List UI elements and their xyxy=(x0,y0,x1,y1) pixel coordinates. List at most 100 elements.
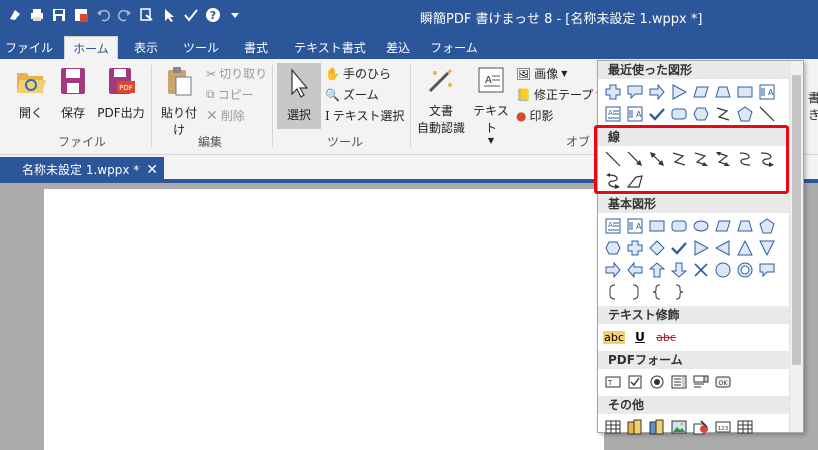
ellipse-icon[interactable] xyxy=(690,215,712,237)
combo-box-icon[interactable] xyxy=(690,371,712,393)
underline-text-icon[interactable]: U xyxy=(628,326,652,348)
undo-icon[interactable] xyxy=(94,6,112,24)
help-icon[interactable]: ? xyxy=(204,6,222,24)
stamp-icon[interactable] xyxy=(690,416,712,438)
dropdown-scrollbar[interactable] xyxy=(789,61,803,432)
arrow-right-shape-icon[interactable] xyxy=(646,81,668,103)
scan-icon[interactable] xyxy=(138,6,156,24)
save-pdf-icon[interactable] xyxy=(72,6,90,24)
check-icon[interactable] xyxy=(668,237,690,259)
triangle-right-icon[interactable] xyxy=(690,237,712,259)
table-icon[interactable] xyxy=(602,416,624,438)
brace-left-icon[interactable] xyxy=(646,281,668,303)
brace-right-icon[interactable] xyxy=(668,281,690,303)
document-tab[interactable]: 名称未設定 1.wppx * ✕ xyxy=(0,157,164,183)
cross-shape-icon[interactable] xyxy=(602,81,624,103)
highlight-text-icon[interactable]: abc xyxy=(602,326,626,348)
right-cut-button[interactable]: 書き xyxy=(806,89,818,123)
tab-form[interactable]: フォーム xyxy=(428,36,480,60)
correction-tape-button[interactable]: 📒修正テープ▼ xyxy=(516,86,602,103)
cross-icon[interactable] xyxy=(624,237,646,259)
line-shape-icon[interactable] xyxy=(756,103,778,125)
image-button[interactable]: 🖼 画像 ▼ xyxy=(516,65,567,82)
circle-icon[interactable] xyxy=(712,259,734,281)
triangle-left-icon[interactable] xyxy=(712,237,734,259)
vertical-text-box-icon[interactable]: A xyxy=(624,215,646,237)
rectangle-shape-icon[interactable] xyxy=(734,81,756,103)
trapezoid-icon[interactable] xyxy=(734,215,756,237)
vertical-text-box-icon[interactable]: A xyxy=(624,103,646,125)
parallelogram-shape-icon[interactable] xyxy=(690,81,712,103)
text-button[interactable]: A テキスト ▼ xyxy=(470,65,512,145)
close-tab-icon[interactable]: ✕ xyxy=(146,157,158,183)
number-field-icon[interactable]: 123 xyxy=(712,416,734,438)
document-page[interactable] xyxy=(44,189,604,450)
checkbox-icon[interactable] xyxy=(624,371,646,393)
callout-shape-icon[interactable] xyxy=(624,81,646,103)
text-select-button[interactable]: I テキスト選択 xyxy=(325,107,404,124)
arrow-down-icon[interactable] xyxy=(668,259,690,281)
books-icon[interactable] xyxy=(624,416,646,438)
table-2-icon[interactable] xyxy=(734,416,756,438)
doc-auto-recognize-button[interactable]: 文書 自動認識 xyxy=(414,65,468,136)
arrow-right-icon[interactable] xyxy=(602,259,624,281)
check-shape-icon[interactable] xyxy=(646,103,668,125)
x-mark-icon[interactable] xyxy=(690,259,712,281)
tab-format[interactable]: 書式 xyxy=(234,36,278,60)
pentagon-icon[interactable] xyxy=(756,215,778,237)
triangle-right-shape-icon[interactable] xyxy=(668,81,690,103)
open-button[interactable]: 開く xyxy=(8,65,54,121)
radio-button-icon[interactable] xyxy=(646,371,668,393)
customize-qat-icon[interactable] xyxy=(226,6,244,24)
zigzag-line-icon[interactable] xyxy=(712,103,734,125)
callout-icon[interactable] xyxy=(756,259,778,281)
tab-home[interactable]: ホーム xyxy=(64,36,118,60)
scrollbar-thumb[interactable] xyxy=(792,75,801,365)
text-box-icon[interactable]: A xyxy=(602,215,624,237)
hand-tool-button[interactable]: ✋ 手のひら xyxy=(325,65,391,82)
tab-merge[interactable]: 差込 xyxy=(378,36,418,60)
tab-file[interactable]: ファイル xyxy=(4,36,54,60)
pdf-output-button[interactable]: PDF PDF出力 xyxy=(94,65,148,121)
push-button-icon[interactable]: OK xyxy=(712,371,734,393)
books-2-icon[interactable] xyxy=(646,416,668,438)
tab-text-format[interactable]: テキスト書式 xyxy=(288,36,372,60)
arrow-up-icon[interactable] xyxy=(646,259,668,281)
hexagon-shape-icon[interactable] xyxy=(690,103,712,125)
text-field-icon[interactable]: T xyxy=(602,371,624,393)
select-cursor-icon[interactable] xyxy=(160,6,178,24)
paste-button[interactable]: 貼り付け xyxy=(156,65,202,138)
bracket-right-icon[interactable] xyxy=(624,281,646,303)
triangle-up-icon[interactable] xyxy=(734,237,756,259)
pentagon-shape-icon[interactable] xyxy=(734,103,756,125)
cut-button[interactable]: ✂ 切り取り xyxy=(206,65,267,82)
hexagon-icon[interactable] xyxy=(602,237,624,259)
save-button[interactable]: 保存 xyxy=(54,65,92,121)
image-icon[interactable] xyxy=(668,416,690,438)
save-icon[interactable] xyxy=(50,6,68,24)
check-mark-icon[interactable] xyxy=(182,6,200,24)
rectangle-icon[interactable] xyxy=(646,215,668,237)
trapezoid-shape-icon[interactable] xyxy=(712,81,734,103)
vertical-text-box-icon[interactable]: A xyxy=(756,81,778,103)
select-tool-button[interactable]: 選択 xyxy=(277,63,321,129)
diamond-icon[interactable] xyxy=(646,237,668,259)
triangle-down-icon[interactable] xyxy=(756,237,778,259)
donut-icon[interactable] xyxy=(734,259,756,281)
stamp-button[interactable]: ● 印影 xyxy=(516,107,554,124)
tab-tools[interactable]: ツール xyxy=(176,36,226,60)
zoom-tool-button[interactable]: 🔍 ズーム xyxy=(325,86,379,103)
redo-icon[interactable] xyxy=(116,6,134,24)
bracket-left-icon[interactable] xyxy=(602,281,624,303)
print-icon[interactable] xyxy=(28,6,46,24)
list-box-icon[interactable] xyxy=(668,371,690,393)
strikethrough-text-icon[interactable]: abc xyxy=(654,326,678,348)
rounded-rectangle-icon[interactable] xyxy=(668,215,690,237)
copy-button[interactable]: ⧉ コピー xyxy=(206,86,254,103)
tab-view[interactable]: 表示 xyxy=(124,36,168,60)
text-box-icon[interactable]: A xyxy=(602,103,624,125)
rounded-rectangle-shape-icon[interactable] xyxy=(668,103,690,125)
delete-button[interactable]: ✕ 削除 xyxy=(206,107,245,124)
parallelogram-icon[interactable] xyxy=(712,215,734,237)
arrow-left-icon[interactable] xyxy=(624,259,646,281)
